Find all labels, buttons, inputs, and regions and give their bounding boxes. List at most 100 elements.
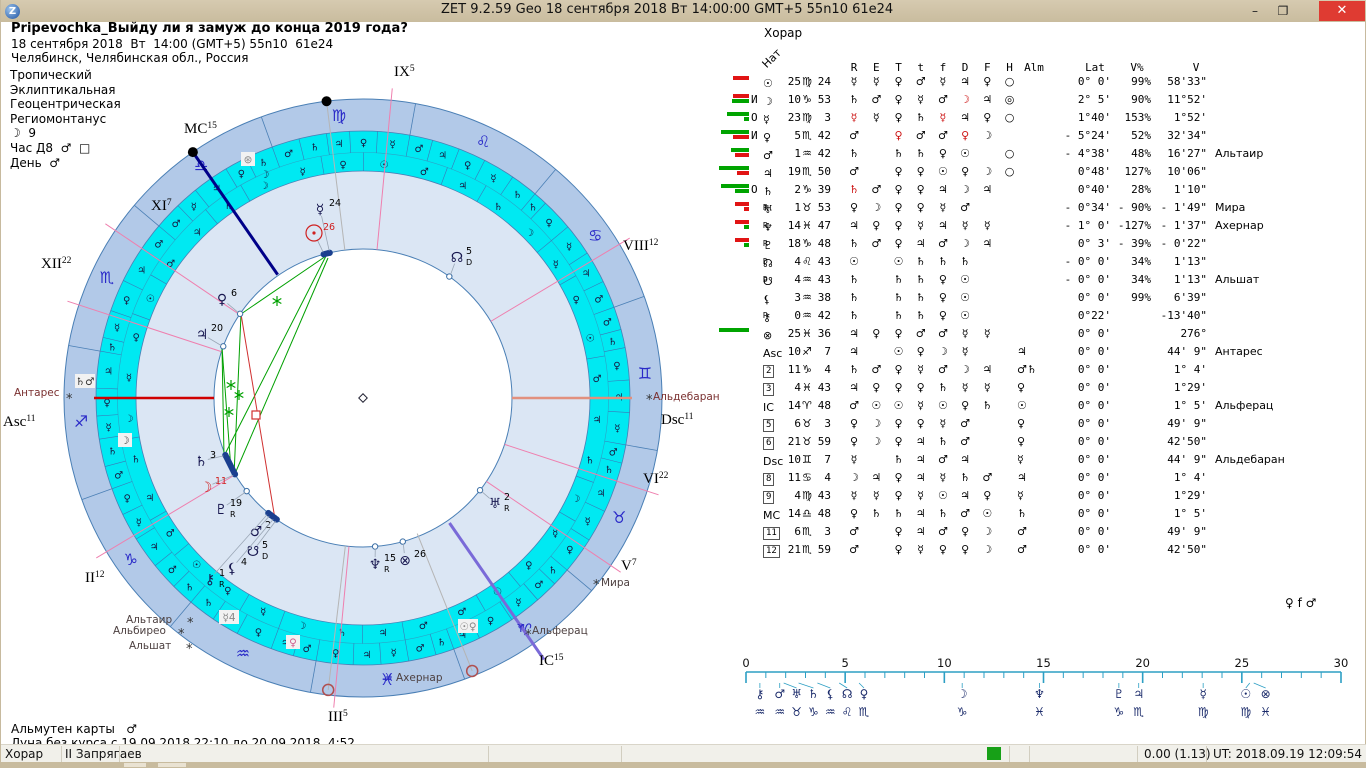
- sign-glyph: ♌: [476, 132, 490, 151]
- bottom-strip: [1, 762, 1366, 768]
- face-ruler-glyph: ☉: [586, 334, 595, 345]
- highlight-box-glyph: ☿4: [222, 612, 235, 624]
- term-ruler-glyph: ☿: [191, 202, 197, 213]
- face-ruler-glyph: ♄: [585, 455, 594, 466]
- planet-position-marker: [221, 344, 226, 349]
- ruler-sign-glyph: ♍: [1240, 705, 1251, 719]
- sign-glyph: ♑: [124, 550, 138, 569]
- planet-degree-label: 26: [323, 222, 335, 233]
- square-glyph: [252, 411, 260, 419]
- term-ruler-glyph: ♂: [154, 240, 163, 251]
- status-bar: Хорар II Запрягаев 0.00 (1.13) UT: 2018.…: [1, 744, 1366, 762]
- sign-glyph: ♍: [332, 106, 346, 125]
- term-ruler-glyph: ♄: [437, 638, 446, 649]
- horoscope-wheel[interactable]: ♈♃♀☿♂♄♂☉♀♉♀☿♃♄♂☿☽♄♊☿♃♀♄♂♃♂☉♋♂♃☿♀♄♀☿☽♌♄☿♀…: [1, 22, 1366, 768]
- term-ruler-glyph: ♄: [259, 158, 268, 169]
- term-ruler-glyph: ♀: [545, 218, 552, 229]
- face-ruler-glyph: ☿: [553, 260, 559, 271]
- extra-glyph: ☽: [260, 169, 269, 181]
- fixed-star-label: Альшат: [129, 640, 171, 652]
- ruler-planet-glyph: ♃: [1133, 687, 1144, 701]
- fixed-star-label: Ахернар: [396, 672, 443, 684]
- term-ruler-glyph: ☿: [566, 242, 572, 253]
- planet-glyph: ♆: [369, 557, 382, 573]
- face-ruler-glyph: ♃: [145, 493, 154, 504]
- fixed-star-label: Мира: [601, 577, 630, 589]
- ruler-sign-glyph: ♉: [791, 705, 802, 719]
- face-ruler-glyph: ☿: [126, 373, 132, 384]
- face-ruler-glyph: ☽: [124, 414, 133, 425]
- app-icon: Z: [5, 4, 20, 19]
- face-ruler-glyph: ☉: [379, 160, 388, 171]
- face-ruler-glyph: ♂: [419, 621, 428, 632]
- restore-button[interactable]: ❐: [1271, 2, 1295, 20]
- face-ruler-glyph: ♂: [420, 167, 429, 178]
- face-ruler-glyph: ☽: [525, 228, 534, 239]
- ruler-number: 25: [1235, 656, 1250, 670]
- house-label: III5: [328, 709, 348, 725]
- fixed-star-glyph: ϒ: [517, 622, 525, 635]
- planet-degree-label: 3: [210, 450, 216, 461]
- status-house-system[interactable]: II Запрягаев: [65, 747, 142, 761]
- planet-glyph: ♄: [195, 454, 208, 470]
- fixed-star-mark: *: [66, 392, 73, 407]
- ruler-number: 30: [1334, 656, 1349, 670]
- term-ruler-glyph: ♃: [597, 488, 606, 499]
- term-ruler-glyph: ♄: [529, 203, 538, 214]
- ruler-planet-glyph: ♄: [808, 687, 819, 701]
- highlight-box-glyph: ☉♀: [459, 621, 476, 633]
- ruler-planet-glyph: ♅: [791, 687, 802, 701]
- ruler-planet-glyph: ⊗: [1261, 687, 1271, 701]
- ruler-sign-glyph: ♍: [1198, 705, 1209, 719]
- face-ruler-glyph: ♀: [525, 561, 532, 572]
- term-ruler-glyph: ♀: [238, 169, 245, 180]
- status-divider: [1206, 746, 1207, 762]
- ruler-number: 15: [1036, 656, 1051, 670]
- face-ruler-glyph: ♄: [131, 454, 140, 465]
- planet-degree-label: 19: [230, 498, 242, 509]
- term-ruler-glyph: ☿: [136, 518, 142, 529]
- status-divider: [119, 746, 120, 762]
- ruler-planet-glyph: ♇: [1113, 687, 1124, 701]
- term-ruler-glyph: ♀: [487, 616, 494, 627]
- planet-glyph: ⊗: [399, 553, 411, 569]
- ruler-planet-glyph: ☿: [1199, 687, 1206, 701]
- term-ruler-glyph: ♂: [609, 448, 618, 459]
- planet-glyph: ⚸: [227, 561, 237, 577]
- face-ruler-glyph: ☽: [260, 181, 269, 192]
- title-bar[interactable]: Z ZET 9.2.59 Geo 18 сентября 2018 Вт 14:…: [1, 0, 1366, 22]
- planet-motion-label: R: [219, 580, 225, 589]
- status-mode[interactable]: Хорар: [5, 747, 43, 761]
- term-ruler-glyph: ♃: [104, 367, 113, 378]
- term-ruler-glyph: ♀: [464, 160, 471, 171]
- planet-glyph: ♃: [196, 327, 209, 343]
- term-ruler-glyph: ♂: [114, 470, 123, 481]
- planet-degree-label: 24: [329, 198, 341, 209]
- ruler-sign-glyph: ♏: [1133, 705, 1144, 719]
- status-value: 0.00 (1.13): [1144, 747, 1211, 761]
- ruler-sign-glyph: ♓: [1034, 705, 1045, 719]
- face-ruler-glyph: ♀: [132, 333, 139, 344]
- term-ruler-glyph: ♀: [123, 296, 130, 307]
- fixed-star-mark: *: [593, 578, 600, 593]
- term-ruler-glyph: ☿: [490, 174, 496, 185]
- planet-degree-label: 4: [241, 557, 247, 568]
- planet-glyph: ♀: [217, 292, 227, 308]
- face-ruler-glyph: ☉: [146, 294, 155, 305]
- term-ruler-glyph: ♄: [108, 342, 117, 353]
- app-window: Z ZET 9.2.59 Geo 18 сентября 2018 Вт 14:…: [0, 0, 1366, 768]
- term-ruler-glyph: ☿: [389, 140, 395, 151]
- highlight-box-glyph: ⊛: [244, 154, 253, 166]
- sign-glyph: ♊: [638, 364, 652, 383]
- minimize-button[interactable]: –: [1243, 2, 1267, 20]
- planet-motion-label: D: [466, 258, 472, 267]
- face-ruler-glyph: ☽: [571, 494, 580, 505]
- status-divider: [488, 746, 489, 762]
- status-divider: [621, 746, 622, 762]
- face-ruler-glyph: ♃: [458, 181, 467, 192]
- ruler-number: 5: [842, 656, 849, 670]
- sign-glyph: ♉: [612, 508, 626, 527]
- close-button[interactable]: ✕: [1319, 1, 1365, 21]
- fixed-star-mark: *: [525, 628, 532, 643]
- term-ruler-glyph: ♂: [168, 565, 177, 576]
